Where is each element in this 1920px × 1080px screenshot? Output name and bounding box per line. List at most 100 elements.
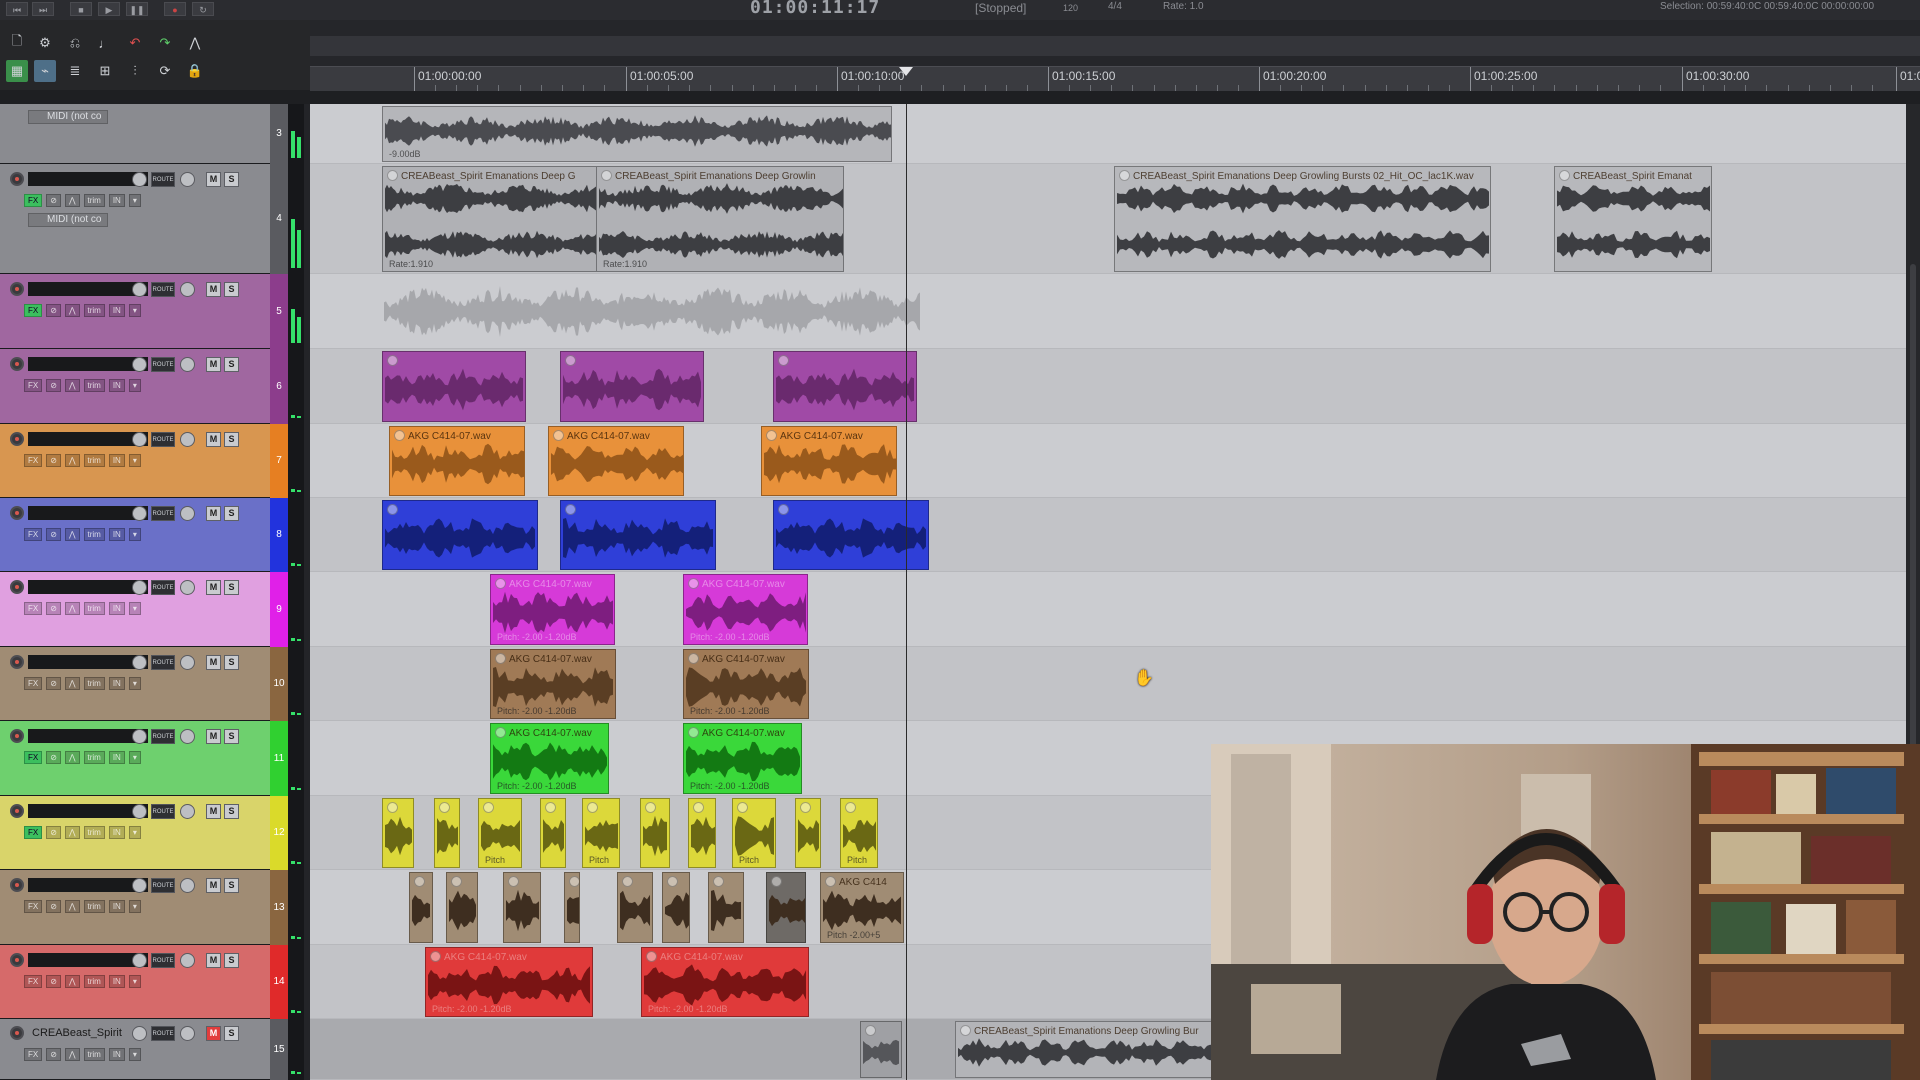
item-fx-knob-icon[interactable] bbox=[845, 802, 856, 813]
record-arm-button[interactable] bbox=[10, 357, 24, 371]
solo-button[interactable]: S bbox=[224, 580, 239, 595]
group-icon[interactable]: ⊞ bbox=[94, 60, 116, 82]
media-item[interactable] bbox=[688, 798, 716, 868]
media-item[interactable]: CREABeast_Spirit Emanat bbox=[1554, 166, 1712, 272]
item-fx-knob-icon[interactable] bbox=[451, 876, 462, 887]
media-item[interactable]: AKG C414-07.wav Pitch: -2.00 -1.20dB bbox=[425, 947, 593, 1017]
pan-knob[interactable] bbox=[180, 357, 195, 372]
mute-button[interactable]: M bbox=[206, 878, 221, 893]
track-name-field[interactable] bbox=[28, 282, 148, 296]
pan-knob[interactable] bbox=[180, 282, 195, 297]
media-item[interactable] bbox=[795, 798, 821, 868]
item-fx-knob-icon[interactable] bbox=[688, 653, 699, 664]
transport-time[interactable]: 01:00:11:17 bbox=[750, 0, 880, 18]
item-fx-knob-icon[interactable] bbox=[693, 802, 704, 813]
trim-button[interactable]: trim bbox=[83, 378, 105, 392]
solo-button[interactable]: S bbox=[224, 432, 239, 447]
track-panel-3[interactable]: MIDI (not co bbox=[0, 104, 280, 164]
pan-knob[interactable] bbox=[180, 580, 195, 595]
media-item[interactable] bbox=[382, 351, 526, 422]
media-item[interactable]: Pitch bbox=[840, 798, 878, 868]
volume-knob[interactable] bbox=[132, 357, 147, 372]
track-panel-12[interactable]: ROUTE M S FX ⊘ ⋀ trim IN ▾ bbox=[0, 796, 280, 870]
track-lane-6[interactable] bbox=[310, 349, 1910, 424]
solo-button[interactable]: S bbox=[224, 729, 239, 744]
input-dropdown-icon[interactable]: ▾ bbox=[128, 676, 141, 690]
input-dropdown-icon[interactable]: ▾ bbox=[128, 601, 141, 615]
phase-icon[interactable]: ⊘ bbox=[46, 676, 61, 690]
media-item[interactable] bbox=[860, 1021, 902, 1078]
item-fx-knob-icon[interactable] bbox=[553, 430, 564, 441]
phase-icon[interactable]: ⊘ bbox=[46, 378, 61, 392]
lock-icon[interactable]: 🔒 bbox=[184, 60, 206, 82]
snap-icon[interactable]: ⌁ bbox=[34, 60, 56, 82]
media-item[interactable]: CREABeast_Spirit Emanations Deep Growlin… bbox=[596, 166, 844, 272]
item-fx-knob-icon[interactable] bbox=[569, 876, 579, 887]
media-item[interactable]: Pitch bbox=[732, 798, 776, 868]
track-name-field[interactable] bbox=[28, 804, 148, 818]
autocrossfade-icon[interactable]: ⫶ bbox=[124, 60, 146, 82]
phase-icon[interactable]: ⊘ bbox=[46, 825, 61, 839]
phase-icon[interactable]: ⊘ bbox=[46, 527, 61, 541]
track-name-field[interactable] bbox=[28, 172, 148, 186]
solo-button[interactable]: S bbox=[224, 878, 239, 893]
track-name-field[interactable] bbox=[28, 432, 148, 446]
item-fx-knob-icon[interactable] bbox=[545, 802, 556, 813]
mute-button[interactable]: M bbox=[206, 655, 221, 670]
phase-icon[interactable]: ⊘ bbox=[46, 303, 61, 317]
item-fx-knob-icon[interactable] bbox=[430, 951, 441, 962]
media-item[interactable]: CREABeast_Spirit Emanations Deep Growlin… bbox=[955, 1021, 1215, 1078]
pan-knob[interactable] bbox=[180, 729, 195, 744]
item-fx-knob-icon[interactable] bbox=[825, 876, 836, 887]
trim-button[interactable]: trim bbox=[83, 527, 105, 541]
mute-button[interactable]: M bbox=[206, 282, 221, 297]
trim-button[interactable]: trim bbox=[83, 974, 105, 988]
input-dropdown-icon[interactable]: ▾ bbox=[128, 825, 141, 839]
pan-knob[interactable] bbox=[180, 506, 195, 521]
input-dropdown-icon[interactable]: ▾ bbox=[128, 193, 141, 207]
envelope-icon[interactable]: ⋀ bbox=[64, 1047, 80, 1061]
media-item[interactable]: AKG C414-07.wav bbox=[389, 426, 525, 496]
media-item[interactable] bbox=[564, 872, 580, 943]
media-item[interactable]: AKG C414 Pitch -2.00+5 bbox=[820, 872, 904, 943]
volume-knob[interactable] bbox=[132, 172, 147, 187]
input-dropdown-icon[interactable]: ▾ bbox=[128, 453, 141, 467]
item-fx-knob-icon[interactable] bbox=[645, 802, 656, 813]
input-button[interactable]: IN bbox=[108, 899, 125, 913]
item-fx-knob-icon[interactable] bbox=[713, 876, 724, 887]
new-project-icon[interactable]: 🗋 bbox=[6, 32, 28, 54]
input-button[interactable]: IN bbox=[108, 825, 125, 839]
grid-toggle-icon[interactable]: ▦ bbox=[6, 60, 28, 82]
pan-knob[interactable] bbox=[180, 804, 195, 819]
solo-button[interactable]: S bbox=[224, 655, 239, 670]
track-panel-15[interactable]: CREABeast_Spirit ROUTE M S FX ⊘ ⋀ trim IN ▾ bbox=[0, 1019, 280, 1080]
media-item[interactable] bbox=[560, 351, 704, 422]
volume-knob[interactable] bbox=[132, 729, 147, 744]
input-dropdown-icon[interactable]: ▾ bbox=[128, 974, 141, 988]
media-item[interactable]: CREABeast_Spirit Emanations Deep G Rate:1… bbox=[382, 166, 614, 272]
pan-knob[interactable] bbox=[180, 432, 195, 447]
media-item[interactable] bbox=[773, 351, 917, 422]
volume-knob[interactable] bbox=[132, 432, 147, 447]
undo-history-icon[interactable]: ⎌ bbox=[64, 32, 86, 54]
loop-selection-bar[interactable] bbox=[310, 36, 1920, 56]
media-item[interactable]: Pitch bbox=[478, 798, 522, 868]
input-dropdown-icon[interactable]: ▾ bbox=[128, 750, 141, 764]
phase-icon[interactable]: ⊘ bbox=[46, 453, 61, 467]
track-panel-8[interactable]: ROUTE M S FX ⊘ ⋀ trim IN ▾ bbox=[0, 498, 280, 572]
fx-button[interactable]: FX bbox=[24, 193, 43, 207]
solo-button[interactable]: S bbox=[224, 357, 239, 372]
item-fx-knob-icon[interactable] bbox=[622, 876, 633, 887]
item-fx-knob-icon[interactable] bbox=[1119, 170, 1130, 181]
volume-knob[interactable] bbox=[132, 1026, 147, 1041]
media-item[interactable] bbox=[560, 500, 716, 570]
input-button[interactable]: IN bbox=[108, 378, 125, 392]
project-settings-icon[interactable]: ⚙ bbox=[34, 32, 56, 54]
item-fx-knob-icon[interactable] bbox=[495, 578, 506, 589]
record-arm-button[interactable] bbox=[10, 1026, 24, 1040]
fx-button[interactable]: FX bbox=[24, 527, 43, 541]
play-cursor-marker-icon[interactable] bbox=[899, 67, 913, 76]
media-item[interactable]: AKG C414-07.wav Pitch: -2.00 -1.20dB bbox=[490, 649, 616, 719]
fx-button[interactable]: FX bbox=[24, 303, 43, 317]
phase-icon[interactable]: ⊘ bbox=[46, 750, 61, 764]
